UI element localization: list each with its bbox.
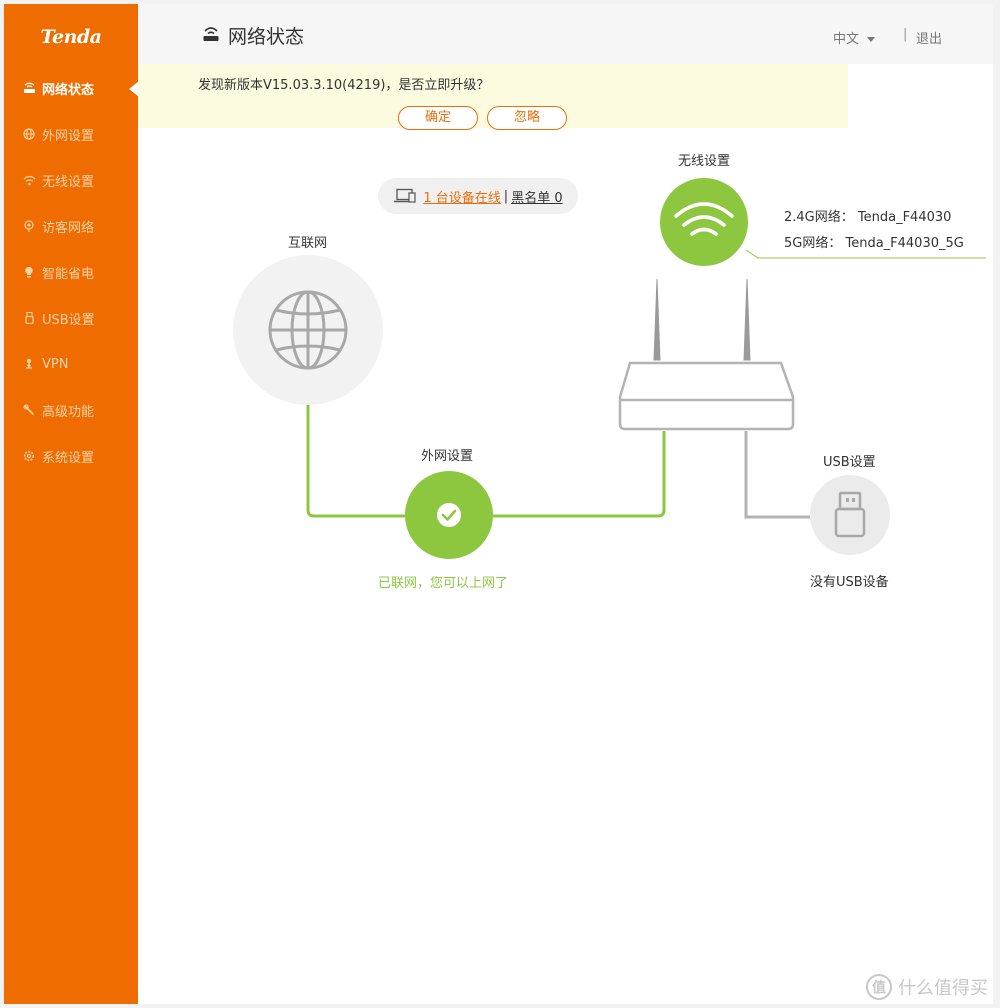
- sidebar-item-label: USB设置: [42, 312, 95, 328]
- watermark-text: 什么值得买: [898, 978, 988, 999]
- devices-separator: |: [503, 188, 509, 204]
- guest-icon: [22, 219, 36, 233]
- wifi-icon: [22, 173, 36, 187]
- internet-node[interactable]: [233, 255, 383, 405]
- sidebar-item-label: 网络状态: [42, 82, 95, 98]
- wrench-icon: [22, 403, 36, 417]
- sidebar-item-wireless[interactable]: 无线设置: [4, 165, 138, 195]
- wan-label: 外网设置: [421, 449, 474, 464]
- router-usb-line: [744, 431, 810, 519]
- network-diagram: [233, 178, 986, 559]
- online-devices-link[interactable]: 1 台设备在线: [423, 187, 500, 206]
- usb-icon: [22, 311, 36, 325]
- wireless-node[interactable]: [660, 178, 748, 266]
- sidebar-item-label: 智能省电: [42, 266, 95, 282]
- main-content: 网络状态 中文 | 退出 发现新版本V15.03.3.10(4219)，是否立即…: [138, 4, 993, 1004]
- page-frame: Tenda 网络状态 外网设置 无线设置 访客网络 智能省电 USB设置 VPN…: [0, 0, 1000, 1008]
- internet-wan-line: [306, 401, 405, 518]
- check-icon: [437, 503, 461, 527]
- sidebar-item-label: 高级功能: [42, 404, 95, 420]
- sidebar-item-usb[interactable]: USB设置: [4, 303, 138, 333]
- vpn-icon: [22, 357, 36, 371]
- watermark-badge: 值: [866, 974, 892, 1000]
- wan-node[interactable]: [405, 471, 493, 559]
- sidebar-item-power-saving[interactable]: 智能省电: [4, 257, 138, 287]
- sidebar-item-vpn[interactable]: VPN: [4, 349, 138, 379]
- sidebar: Tenda 网络状态 外网设置 无线设置 访客网络 智能省电 USB设置 VPN…: [4, 4, 139, 1004]
- device-status-pill: 1 台设备在线 | 黑名单 0: [378, 178, 578, 214]
- sidebar-item-system[interactable]: 系统设置: [4, 441, 138, 471]
- ssid-24g: 2.4G网络： Tenda_F44030: [784, 210, 952, 225]
- router-illustration: [618, 278, 795, 431]
- sidebar-item-wan-settings[interactable]: 外网设置: [4, 119, 138, 149]
- tenda-logo: Tenda: [40, 26, 102, 48]
- usb-status-text: 没有USB设备: [810, 575, 889, 590]
- watermark: 值 什么值得买: [866, 974, 988, 1000]
- wan-router-line: [493, 431, 666, 518]
- ssid-5g: 5G网络： Tenda_F44030_5G: [784, 236, 964, 251]
- blacklist-link[interactable]: 黑名单 0: [511, 187, 562, 206]
- sidebar-item-label: VPN: [42, 356, 69, 372]
- sidebar-item-label: 无线设置: [42, 174, 95, 190]
- sidebar-item-label: 系统设置: [42, 450, 95, 466]
- internet-label: 互联网: [288, 236, 328, 251]
- gear-icon: [22, 449, 36, 463]
- sidebar-item-advanced[interactable]: 高级功能: [4, 395, 138, 425]
- wireless-label: 无线设置: [678, 154, 731, 169]
- globe-icon: [268, 290, 348, 370]
- usb-node[interactable]: [810, 475, 890, 555]
- devices-icon: [393, 188, 417, 204]
- sidebar-item-network-status[interactable]: 网络状态: [4, 73, 139, 103]
- wan-status-text: 已联网，您可以上网了: [378, 576, 509, 591]
- sidebar-item-label: 外网设置: [42, 128, 95, 144]
- sidebar-item-label: 访客网络: [42, 220, 95, 236]
- globe-icon: [22, 127, 36, 141]
- bulb-icon: [22, 265, 36, 279]
- wifi-ssid-line: [745, 249, 986, 259]
- router-icon: [22, 81, 36, 95]
- usb-label: USB设置: [823, 455, 876, 470]
- sidebar-item-guest-network[interactable]: 访客网络: [4, 211, 138, 241]
